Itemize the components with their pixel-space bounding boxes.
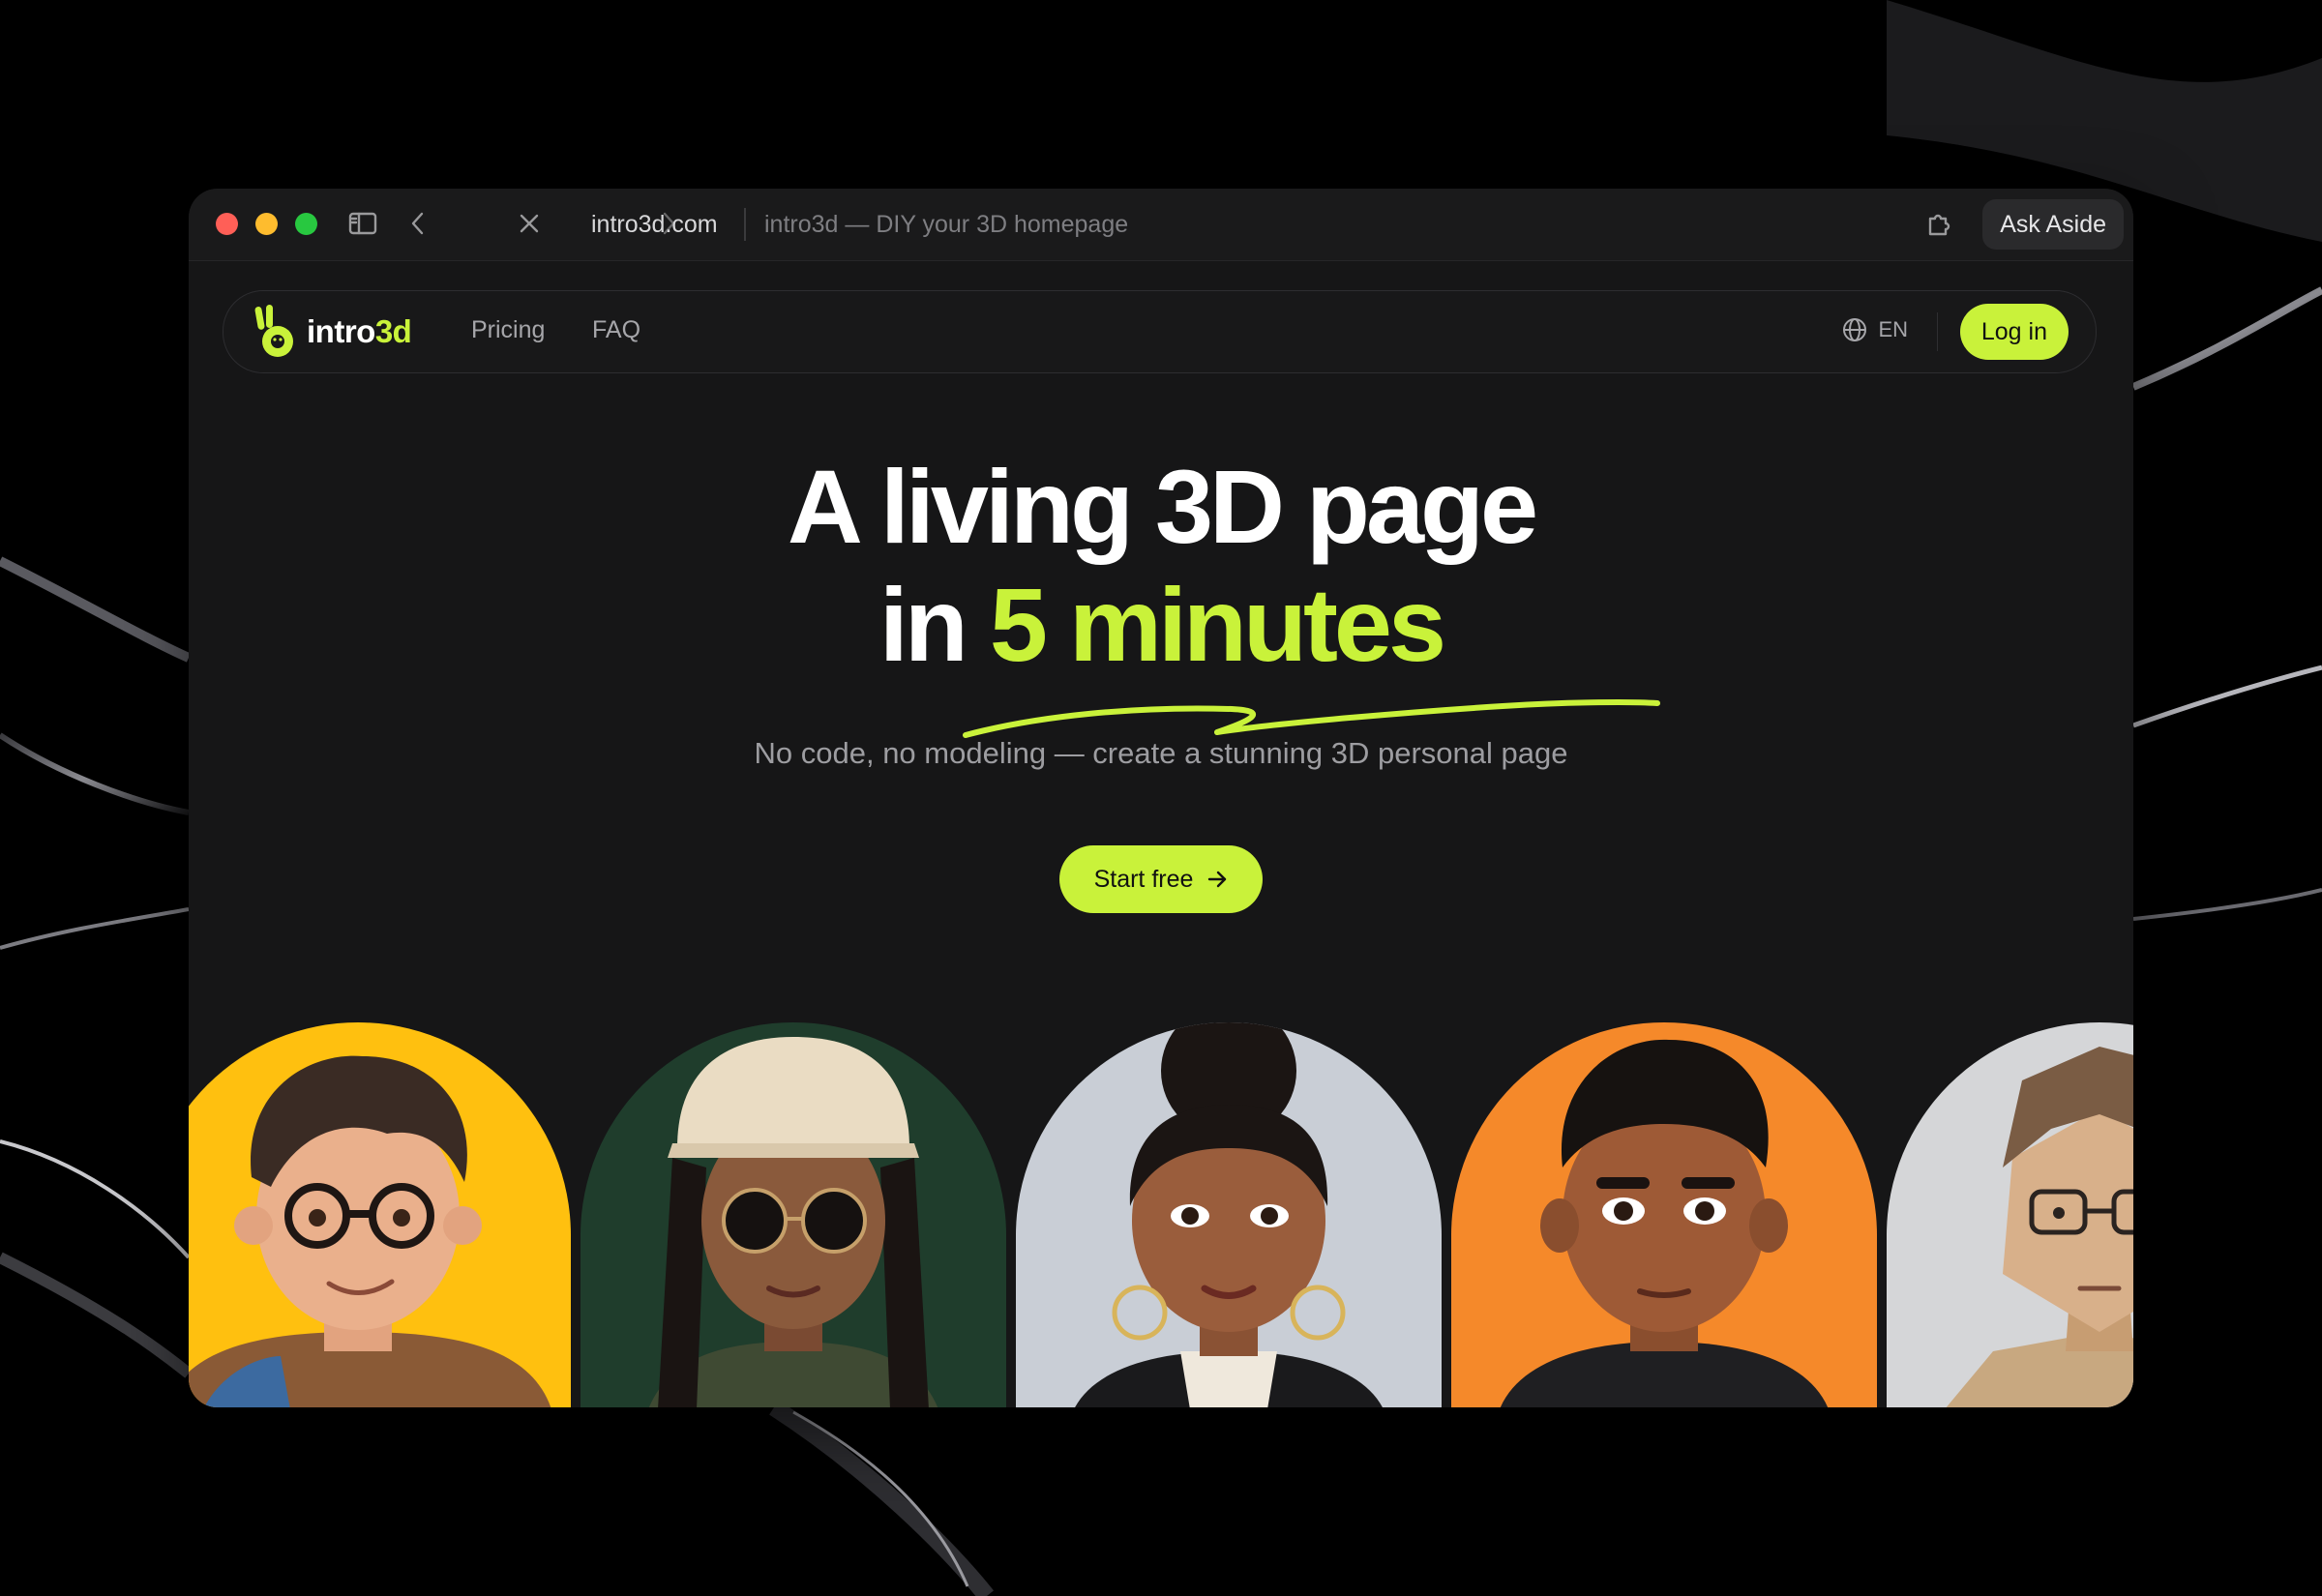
logo-text-accent: 3d	[374, 313, 412, 349]
tab-page-title[interactable]: intro3d — DIY your 3D homepage	[764, 207, 1128, 242]
logo-text: intro3d	[307, 313, 412, 350]
short-hair-avatar[interactable]	[1451, 1022, 1877, 1407]
ask-aside-button[interactable]: Ask Aside	[1982, 199, 2124, 250]
site-navbar: intro3d Pricing FAQ EN Log in	[223, 290, 2097, 373]
stop-loading-icon[interactable]	[518, 208, 541, 239]
cap-sunglasses-avatar[interactable]	[580, 1022, 1006, 1407]
browser-toolbar: intro3d.com intro3d — DIY your 3D homepa…	[189, 189, 2133, 261]
language-selector[interactable]: EN	[1841, 316, 1908, 343]
bun-hoop-earrings-avatar[interactable]	[1016, 1022, 1442, 1407]
nav-link-pricing[interactable]: Pricing	[471, 316, 545, 344]
hero-section: A living 3D page in 5 minutes	[189, 448, 2133, 684]
login-button[interactable]: Log in	[1959, 304, 2069, 360]
lowpoly-glasses-avatar[interactable]	[1887, 1022, 2133, 1407]
maximize-window-button[interactable]	[295, 213, 317, 235]
nav-divider	[1937, 312, 1938, 351]
start-free-button[interactable]: Start free	[1059, 845, 1263, 913]
hero-title-prefix: in	[878, 566, 968, 683]
start-free-label: Start free	[1093, 865, 1194, 893]
curly-hair-glasses-avatar[interactable]	[189, 1022, 571, 1407]
close-window-button[interactable]	[216, 213, 238, 235]
globe-icon	[1843, 318, 1867, 341]
logo-text-main: intro	[307, 313, 375, 349]
hero-subtitle: No code, no modeling — create a stunning…	[754, 736, 1568, 770]
language-label: EN	[1878, 317, 1908, 341]
back-icon[interactable]	[406, 208, 430, 239]
arrow-right-icon	[1208, 871, 1227, 888]
url-host[interactable]: intro3d.com	[591, 207, 718, 242]
browser-window: intro3d.com intro3d — DIY your 3D homepa…	[189, 189, 2133, 1407]
logo[interactable]: intro3d	[249, 303, 412, 361]
ok-hand-logo-icon	[254, 305, 293, 357]
hero-title-line2: in 5 minutes	[189, 566, 2133, 684]
minimize-window-button[interactable]	[255, 213, 278, 235]
url-divider	[744, 208, 746, 241]
extension-icon[interactable]	[1922, 208, 1955, 239]
nav-link-faq[interactable]: FAQ	[592, 316, 640, 344]
avatar-carousel	[189, 1022, 2133, 1407]
hero-title-accent: 5 minutes	[989, 566, 1446, 683]
sidebar-icon[interactable]	[346, 208, 379, 239]
hero-title-line1: A living 3D page	[787, 448, 1538, 565]
